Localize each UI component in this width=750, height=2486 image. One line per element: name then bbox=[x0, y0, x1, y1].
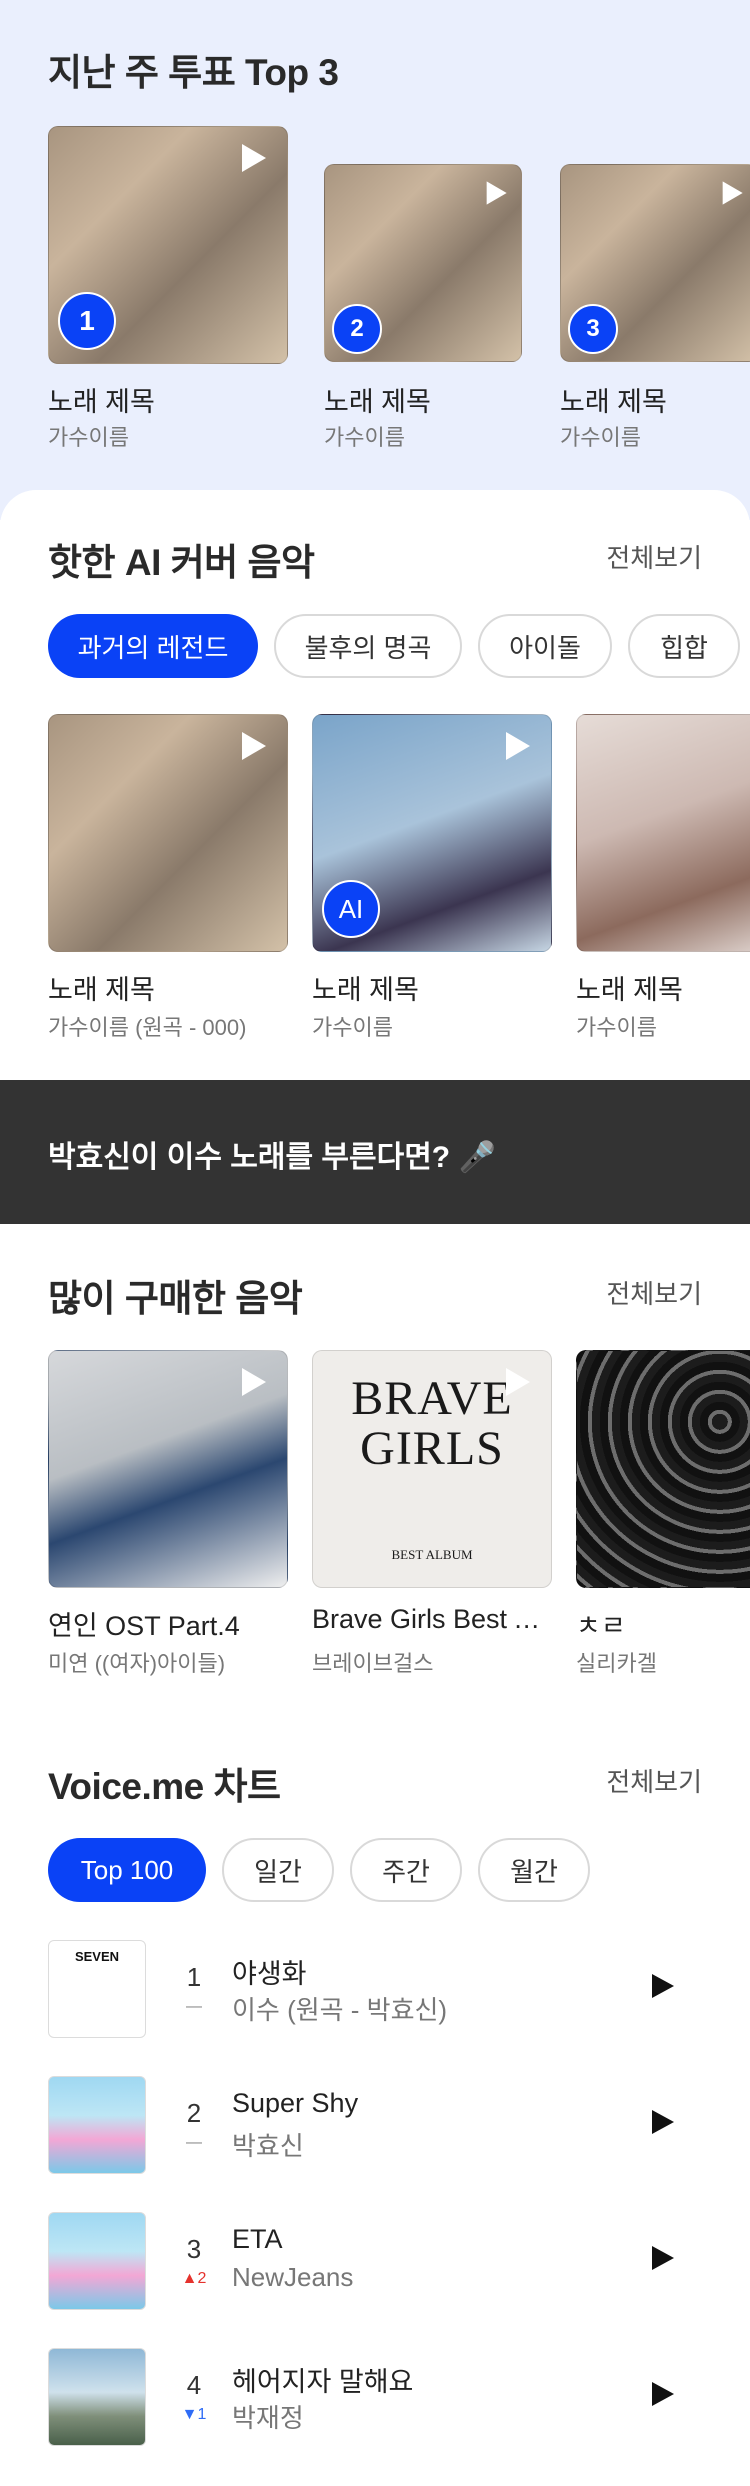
promo-banner[interactable]: 박효신이 이수 노래를 부른다면? 🎤 bbox=[0, 1080, 750, 1224]
song-artist: 가수이름 (원곡 - 000) bbox=[48, 1015, 247, 1040]
song-artist: NewJeans bbox=[232, 2262, 354, 2292]
album-art bbox=[576, 1350, 750, 1588]
song-artist: 이수 (원곡 - 박효신) bbox=[232, 1995, 448, 2025]
play-icon[interactable] bbox=[480, 178, 510, 208]
purchased-card-2[interactable]: BRAVE GIRLS BEST ALBUM Brave Girls Best … bbox=[312, 1350, 552, 1680]
tab-daily[interactable]: 일간 bbox=[222, 1838, 334, 1902]
ai-cover-heading: 핫한 AI 커버 음악 bbox=[48, 542, 315, 583]
chart-rank: 4 bbox=[186, 2370, 202, 2400]
chart-row[interactable]: 4 ▼1 헤어지자 말해요 박재정 bbox=[48, 2340, 702, 2450]
tab-top100[interactable]: Top 100 bbox=[48, 1838, 206, 1902]
chart-row[interactable]: 2 — Super Shy 박효신 bbox=[48, 2068, 702, 2178]
song-title: 노래 제목 bbox=[576, 975, 683, 1005]
rank-change: ▲2 bbox=[181, 2270, 207, 2287]
song-title: ETA bbox=[232, 2224, 283, 2254]
song-artist: 가수이름 bbox=[312, 1015, 393, 1040]
play-icon[interactable] bbox=[234, 1364, 270, 1400]
chip-hiphop[interactable]: 힙합 bbox=[628, 614, 740, 678]
play-icon[interactable] bbox=[650, 1972, 676, 2000]
chip-immortal-songs[interactable]: 불후의 명곡 bbox=[274, 614, 462, 678]
tab-monthly[interactable]: 월간 bbox=[478, 1838, 590, 1902]
song-artist: 가수이름 bbox=[48, 425, 129, 450]
play-icon[interactable] bbox=[234, 728, 270, 764]
song-title: 노래 제목 bbox=[312, 975, 419, 1005]
song-title: 연인 OST Part.4 bbox=[48, 1611, 240, 1641]
song-title: 노래 제목 bbox=[324, 387, 431, 417]
cover-line2: GIRLS bbox=[360, 1422, 504, 1475]
cover-text: SEVEN bbox=[74, 1949, 120, 1964]
song-artist: 실리카겔 bbox=[576, 1651, 657, 1676]
play-icon[interactable] bbox=[234, 140, 270, 176]
play-icon[interactable] bbox=[498, 1364, 534, 1400]
chart-rank: 3 bbox=[186, 2234, 202, 2264]
chart-rank: 1 bbox=[186, 1962, 202, 1992]
song-title: 야생화 bbox=[232, 1959, 307, 1989]
ai-badge: AI bbox=[322, 880, 380, 938]
chip-idol[interactable]: 아이돌 bbox=[478, 614, 612, 678]
song-title: ㅊㄹ bbox=[576, 1611, 626, 1641]
ai-cover-view-all[interactable]: 전체보기 bbox=[606, 538, 702, 575]
ai-cover-card-3[interactable]: 노래 제목 가수이름 bbox=[576, 714, 750, 1044]
chart-row[interactable]: SEVEN 1 — 야생화 이수 (원곡 - 박효신) bbox=[48, 1932, 702, 2042]
song-artist: 박효신 bbox=[232, 2131, 304, 2161]
top3-section: 지난 주 투표 Top 3 1 노래 제목 가수이름 2 노래 제목 가수이름 … bbox=[0, 0, 750, 520]
purchased-card-3[interactable]: ㅊㄹ 실리카겔 bbox=[576, 1350, 750, 1680]
top3-card-3[interactable]: 3 노래 제목 가수이름 bbox=[560, 164, 750, 456]
purchased-heading: 많이 구매한 음악 bbox=[48, 1278, 303, 1319]
purchased-card-1[interactable]: 연인 OST Part.4 미연 ((여자)아이들) bbox=[48, 1350, 288, 1680]
song-title: Brave Girls Best Album bbox=[312, 1604, 552, 1634]
chip-legend[interactable]: 과거의 레전드 bbox=[48, 614, 258, 678]
song-title: 노래 제목 bbox=[560, 387, 667, 417]
song-title: 노래 제목 bbox=[48, 387, 155, 417]
play-icon[interactable] bbox=[716, 178, 746, 208]
album-art: SEVEN bbox=[48, 1940, 146, 2038]
album-art bbox=[48, 2212, 146, 2310]
chart-view-all[interactable]: 전체보기 bbox=[606, 1762, 702, 1799]
top3-heading: 지난 주 투표 Top 3 bbox=[48, 52, 339, 93]
album-art bbox=[48, 2076, 146, 2174]
album-art bbox=[576, 714, 750, 952]
song-artist: 가수이름 bbox=[576, 1015, 657, 1040]
play-icon[interactable] bbox=[650, 2244, 676, 2272]
song-artist: 미연 ((여자)아이들) bbox=[48, 1651, 226, 1676]
chart-row[interactable]: 3 ▲2 ETA NewJeans bbox=[48, 2204, 702, 2314]
song-artist: 박재정 bbox=[232, 2403, 304, 2433]
ai-cover-card-1[interactable]: 노래 제목 가수이름 (원곡 - 000) bbox=[48, 714, 288, 1044]
play-icon[interactable] bbox=[650, 2380, 676, 2408]
rank-badge: 2 bbox=[332, 304, 382, 354]
chart-rank: 2 bbox=[186, 2098, 202, 2128]
rank-change: — bbox=[186, 1998, 202, 2015]
song-title: 노래 제목 bbox=[48, 975, 155, 1005]
album-art bbox=[48, 2348, 146, 2446]
cover-subtitle: BEST ALBUM bbox=[391, 1547, 473, 1562]
top3-card-2[interactable]: 2 노래 제목 가수이름 bbox=[324, 164, 522, 456]
song-title: 헤어지자 말해요 bbox=[232, 2367, 414, 2397]
purchased-view-all[interactable]: 전체보기 bbox=[606, 1274, 702, 1311]
chart-heading: Voice.me 차트 bbox=[48, 1766, 281, 1807]
rank-badge: 3 bbox=[568, 304, 618, 354]
rank-change: — bbox=[186, 2134, 202, 2151]
song-title: Super Shy bbox=[232, 2088, 359, 2118]
banner-text: 박효신이 이수 노래를 부른다면? 🎤 bbox=[48, 1141, 496, 1174]
song-artist: 브레이브걸스 bbox=[312, 1651, 434, 1676]
tab-weekly[interactable]: 주간 bbox=[350, 1838, 462, 1902]
play-icon[interactable] bbox=[650, 2108, 676, 2136]
top3-card-1[interactable]: 1 노래 제목 가수이름 bbox=[48, 126, 288, 456]
song-artist: 가수이름 bbox=[560, 425, 641, 450]
ai-cover-card-2[interactable]: AI 노래 제목 가수이름 bbox=[312, 714, 552, 1044]
rank-badge: 1 bbox=[58, 292, 116, 350]
play-icon[interactable] bbox=[498, 728, 534, 764]
rank-change: ▼1 bbox=[181, 2406, 207, 2423]
song-artist: 가수이름 bbox=[324, 425, 405, 450]
